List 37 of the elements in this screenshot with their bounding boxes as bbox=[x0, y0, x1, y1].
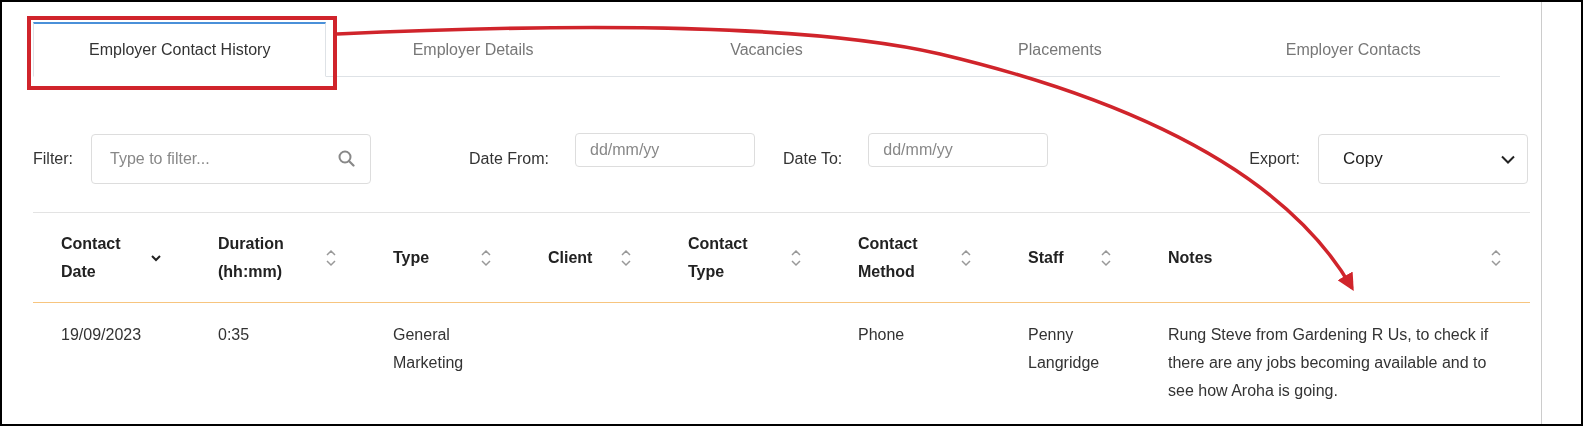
sort-icon[interactable] bbox=[1100, 247, 1112, 268]
table-cell-text: Penny Langridge bbox=[1028, 325, 1101, 373]
search-icon bbox=[338, 150, 355, 167]
column-header[interactable]: Notes bbox=[1168, 243, 1268, 272]
column-header[interactable]: Duration (hh:mm) bbox=[218, 229, 318, 286]
chevron-down-icon bbox=[1501, 154, 1515, 164]
filter-field[interactable]: Type to filter... bbox=[91, 134, 371, 184]
table-cell-text: Rung Steve from Gardening R Us, to check if there are any jobs becoming available and to see how Aroha is going. bbox=[1168, 325, 1490, 401]
export-label: Export: bbox=[1249, 150, 1300, 168]
tab[interactable]: Placements bbox=[913, 22, 1207, 77]
sort-icon[interactable] bbox=[620, 247, 632, 268]
date-from-label: Date From: bbox=[469, 150, 549, 168]
column-header[interactable]: Contact Method bbox=[858, 229, 958, 286]
export-dropdown[interactable]: Copy bbox=[1318, 134, 1528, 184]
sort-descending-icon[interactable] bbox=[150, 253, 162, 262]
table-cell-text: Phone bbox=[858, 325, 906, 345]
tab[interactable]: Employer Contact History bbox=[33, 22, 327, 77]
column-header[interactable]: Contact Type bbox=[688, 229, 788, 286]
sort-icon[interactable] bbox=[960, 247, 972, 268]
sort-icon[interactable] bbox=[325, 247, 337, 268]
date-from-field[interactable]: dd/mm/yy bbox=[575, 133, 755, 167]
table-cell-text: General Marketing bbox=[393, 325, 465, 373]
column-header[interactable]: Contact Date bbox=[61, 229, 150, 286]
table-cell-text: 19/09/2023 bbox=[61, 325, 143, 345]
tab[interactable]: Employer Details bbox=[326, 22, 620, 77]
sort-icon[interactable] bbox=[1490, 247, 1502, 268]
column-header[interactable]: Staff bbox=[1028, 243, 1100, 272]
date-to-field[interactable]: dd/mm/yy bbox=[868, 133, 1049, 167]
sort-icon[interactable] bbox=[790, 247, 802, 268]
tab[interactable]: Employer Contacts bbox=[1206, 22, 1500, 77]
tab[interactable]: Vacancies bbox=[619, 22, 914, 77]
column-header[interactable]: Client bbox=[548, 243, 620, 272]
date-to-label: Date To: bbox=[783, 150, 843, 168]
column-header[interactable]: Type bbox=[393, 243, 480, 272]
sort-icon[interactable] bbox=[480, 247, 492, 268]
table-cell-text: 0:35 bbox=[218, 325, 251, 345]
filter-label: Filter: bbox=[33, 150, 73, 168]
